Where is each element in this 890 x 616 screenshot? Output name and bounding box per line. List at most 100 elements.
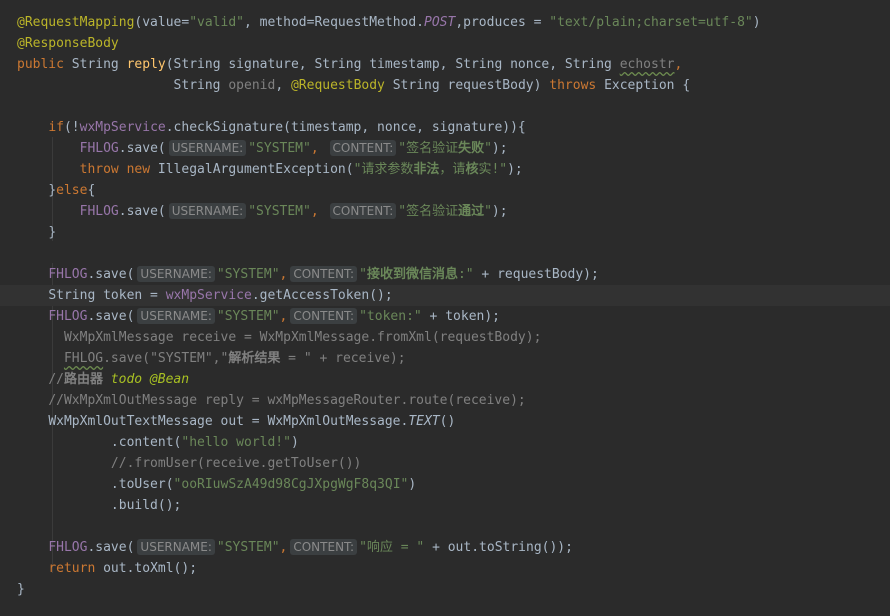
- param-hint-content: CONTENT:: [329, 203, 397, 219]
- code-token: );: [491, 141, 508, 156]
- comment: //: [48, 372, 64, 387]
- code-token: IllegalArgumentException(: [157, 162, 354, 177]
- code-token: (String signature, String timestamp, Str…: [165, 57, 620, 72]
- code-token: ): [408, 477, 417, 492]
- code-token: ,: [279, 309, 288, 324]
- code-token: );: [507, 162, 523, 177]
- string-literal: :": [457, 267, 474, 282]
- unused-parameter: echostr: [619, 57, 675, 72]
- code-token: }: [17, 582, 25, 597]
- code-token: }: [48, 183, 57, 198]
- string-literal: "SYSTEM": [216, 267, 280, 282]
- code-token: .save(: [87, 309, 135, 324]
- string-literal: "响应 = ": [359, 540, 425, 555]
- string-literal: "token:": [359, 309, 422, 324]
- param-hint-content: CONTENT:: [290, 308, 358, 324]
- code-line-18: //路由器 todo @Bean: [17, 369, 890, 390]
- code-token: .save(: [118, 141, 166, 156]
- code-token: .toUser(: [110, 477, 174, 492]
- string-literal: "SYSTEM": [248, 204, 311, 219]
- keyword: public: [17, 57, 72, 72]
- code-line-8: throw new IllegalArgumentException("请求参数…: [17, 159, 890, 180]
- code-line-14-current: String token = wxMpService.getAccessToke…: [0, 285, 890, 306]
- string-literal: "text/plain;charset=utf-8": [549, 15, 753, 30]
- field-ref: FHLOG: [79, 204, 119, 219]
- string-literal: 核: [465, 162, 479, 177]
- code-line-15: FHLOG.save(USERNAME: "SYSTEM", CONTENT: "to…: [17, 306, 890, 327]
- string-literal: "hello world!": [181, 435, 291, 450]
- annotation-request-body: @RequestBody: [290, 78, 393, 93]
- string-literal: 非法: [413, 162, 440, 177]
- string-literal: ": [484, 204, 492, 219]
- code-token: String token =: [48, 288, 166, 303]
- code-line-3: public String reply(String signature, St…: [17, 54, 890, 75]
- code-line-20: WxMpXmlOutTextMessage out = WxMpXmlOutMe…: [17, 411, 890, 432]
- code-token: ,: [310, 204, 327, 219]
- param-hint-username: USERNAME:: [168, 203, 247, 219]
- code-line-10: FHLOG.save(USERNAME: "SYSTEM", CONTENT: "签…: [17, 201, 890, 222]
- code-token: , method=RequestMethod.: [244, 15, 425, 30]
- code-token: + token);: [421, 309, 501, 324]
- static-method: TEXT: [408, 414, 440, 429]
- code-token: + requestBody);: [473, 267, 599, 282]
- code-token: .content(: [110, 435, 182, 450]
- string-literal: "ooRIuwSzA49d98CgJXpgWgF8q3QI": [173, 477, 409, 492]
- code-token: ,: [674, 57, 683, 72]
- keyword: if: [48, 120, 64, 135]
- string-literal: "valid": [189, 15, 244, 30]
- param-hint-content: CONTENT:: [290, 539, 358, 555]
- code-token: + out.toString());: [424, 540, 573, 555]
- param-hint-username: USERNAME:: [137, 539, 215, 555]
- code-line-17: FHLOG.save("SYSTEM","解析结果 = " + receive)…: [17, 348, 890, 369]
- field-ref: FHLOG: [48, 309, 88, 324]
- code-token: );: [491, 204, 508, 219]
- code-line-9: }else{: [17, 180, 890, 201]
- code-token: }: [48, 225, 57, 240]
- code-token: ,produces =: [455, 15, 550, 30]
- code-line-26: FHLOG.save(USERNAME: "SYSTEM", CONTENT: "响应…: [17, 537, 890, 558]
- code-token: ): [752, 15, 761, 30]
- disabled-code: FHLOG: [63, 351, 104, 366]
- code-line-7: FHLOG.save(USERNAME: "SYSTEM", CONTENT: "签…: [17, 138, 890, 159]
- code-token: ,: [279, 540, 288, 555]
- field-ref: wxMpService: [79, 120, 166, 135]
- string-literal: "SYSTEM": [248, 141, 311, 156]
- code-token: ): [290, 435, 299, 450]
- param-hint-username: USERNAME:: [137, 308, 215, 324]
- disabled-code: .save("SYSTEM",": [103, 351, 229, 366]
- param-hint-content: CONTENT:: [290, 266, 358, 282]
- code-line-11: }: [17, 222, 890, 243]
- code-editor[interactable]: @RequestMapping(value="valid", method=Re…: [0, 0, 890, 616]
- field-ref: FHLOG: [48, 540, 88, 555]
- param-hint-content: CONTENT:: [329, 140, 397, 156]
- string-literal: "请求参数: [353, 162, 414, 177]
- string-literal: "签名验证: [398, 204, 459, 219]
- code-line-28: }: [17, 579, 890, 600]
- string-literal: 通过: [458, 204, 485, 219]
- string-literal: "SYSTEM": [216, 309, 280, 324]
- code-line-23: .toUser("ooRIuwSzA49d98CgJXpgWgF8q3QI"): [17, 474, 890, 495]
- string-literal: "签名验证: [398, 141, 459, 156]
- disabled-code: 解析结果: [228, 351, 281, 366]
- code-line-22: //.fromUser(receive.getToUser()): [17, 453, 890, 474]
- code-token: WxMpXmlOutTextMessage out = WxMpXmlOutMe…: [48, 414, 409, 429]
- code-token: ,: [279, 267, 288, 282]
- string-literal: 实!": [478, 162, 508, 177]
- static-field: POST: [424, 15, 456, 30]
- comment: //WxMpXmlOutMessage reply = wxMpMessageR…: [48, 393, 526, 408]
- field-ref: FHLOG: [79, 141, 119, 156]
- method-name: reply: [126, 57, 166, 72]
- comment: 路由器: [63, 372, 111, 387]
